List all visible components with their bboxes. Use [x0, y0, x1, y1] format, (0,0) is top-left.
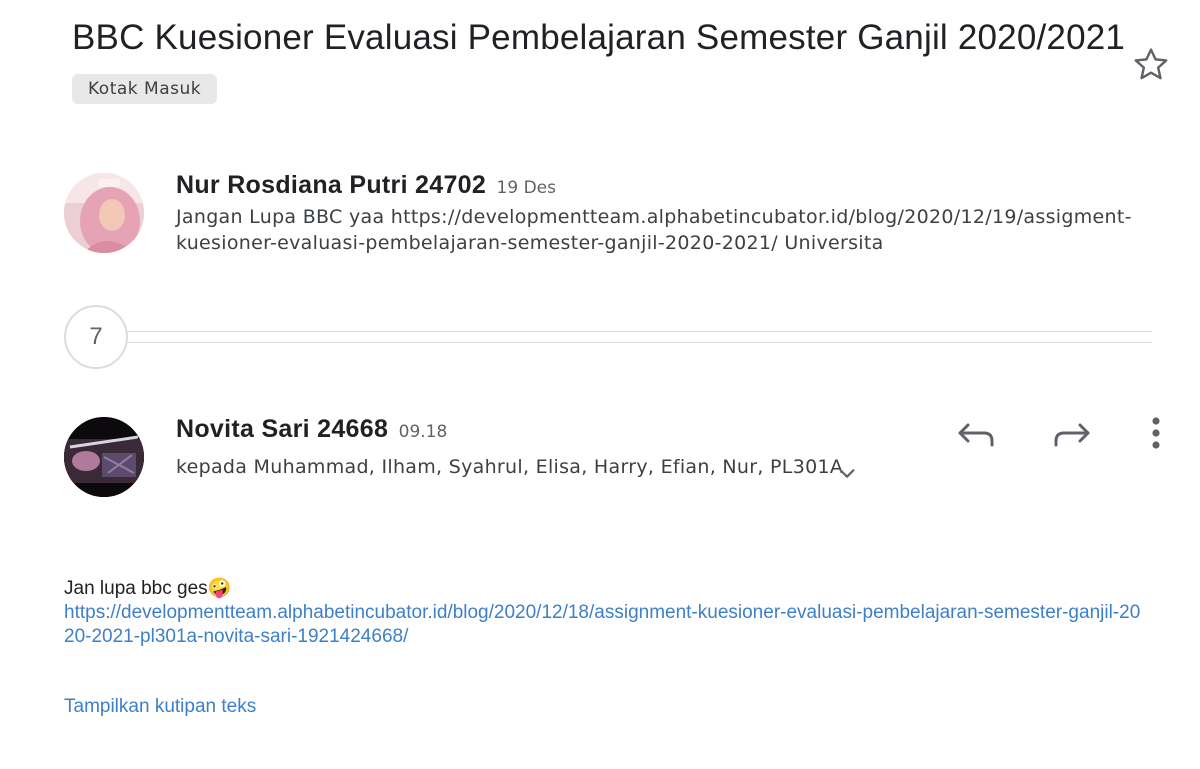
email-subject: BBC Kuesioner Evaluasi Pembelajaran Seme… — [72, 18, 1126, 57]
message-body: Jan lupa bbc ges🤪 https://developmenttea… — [64, 577, 1144, 649]
avatar[interactable] — [64, 417, 144, 497]
label-chip-inbox[interactable]: Kotak Masuk — [72, 74, 218, 104]
message-snippet[interactable]: Jangan Lupa BBC yaa https://developmentt… — [176, 204, 1136, 256]
sender-name: Novita Sari 24668 — [176, 415, 389, 443]
message-time: 09.18 — [398, 422, 448, 442]
collapsed-messages-divider[interactable] — [126, 331, 1152, 343]
show-quoted-text-link[interactable]: Tampilkan kutipan teks — [64, 696, 256, 718]
more-vert-icon[interactable] — [1134, 410, 1178, 454]
message-header-1[interactable]: Nur Rosdiana Putri 24702 19 Des — [176, 171, 556, 200]
message-header-2[interactable]: Novita Sari 24668 09.18 — [176, 415, 447, 444]
body-link[interactable]: https://developmentteam.alphabetincubato… — [64, 602, 1140, 647]
chevron-down-icon[interactable] — [836, 462, 858, 484]
star-icon[interactable] — [1130, 44, 1172, 86]
recipients-line[interactable]: kepada Muhammad, Ilham, Syahrul, Elisa, … — [176, 456, 843, 478]
body-text: Jan lupa bbc ges🤪 — [64, 578, 232, 599]
forward-icon[interactable] — [1050, 410, 1094, 454]
avatar[interactable] — [64, 173, 144, 253]
sender-name: Nur Rosdiana Putri 24702 — [176, 171, 487, 199]
reply-icon[interactable] — [954, 410, 998, 454]
message-time: 19 Des — [496, 178, 556, 198]
collapsed-count-button[interactable]: 7 — [64, 305, 128, 369]
